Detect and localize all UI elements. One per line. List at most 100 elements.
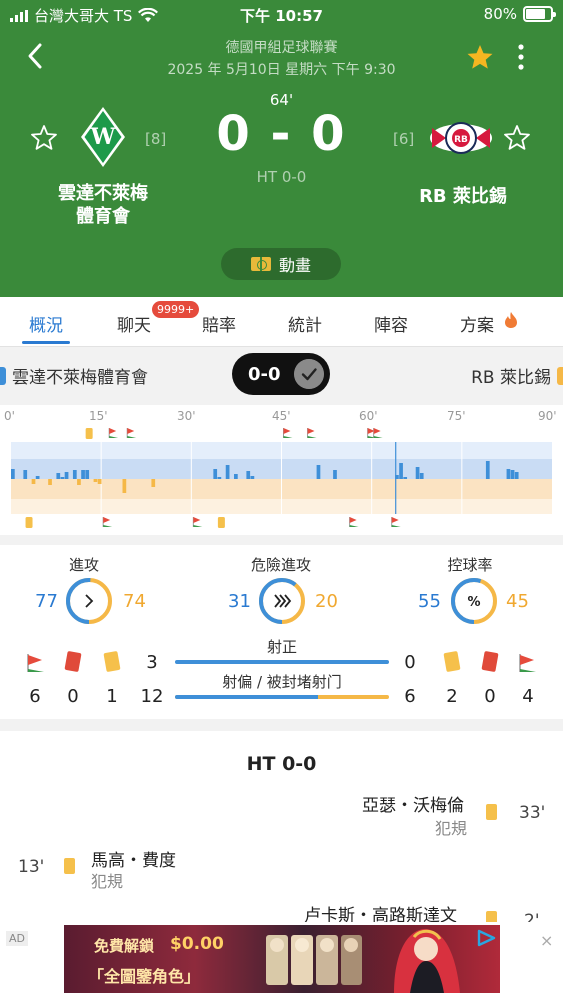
dangerous-attack-ring: [259, 578, 305, 624]
away-momentum-bar: [122, 479, 127, 493]
animation-button[interactable]: 動畫: [221, 248, 341, 280]
ad-characters-image: [266, 935, 362, 985]
ad-banner[interactable]: 免費解鎖 $0.00 「全圖鑒角色」: [64, 925, 500, 993]
tab-plans[interactable]: 方案: [460, 311, 494, 336]
status-bar: 台灣大哥大 TS 下午 10:57 80%: [0, 0, 563, 30]
home-follow-star-icon[interactable]: [30, 124, 58, 152]
off-target-bar: [175, 695, 389, 699]
dangerous-attack-away: 20: [315, 591, 338, 612]
away-corners: 4: [522, 686, 534, 707]
red-card-icon: [481, 650, 499, 673]
away-momentum-bar: [48, 479, 52, 485]
away-corner-flag-icon: [391, 517, 401, 527]
tab-bar: 概況 聊天 賠率 統計 陣容 方案: [0, 297, 563, 347]
svg-text:W: W: [90, 124, 116, 150]
home-momentum-bar: [333, 470, 337, 479]
attack-away: 74: [123, 591, 146, 612]
away-yellow-card-icon: [25, 517, 33, 528]
tab-odds[interactable]: 賠率: [202, 311, 236, 336]
rb-leipzig-logo: RB: [430, 122, 492, 154]
away-yellow-card-icon: [217, 517, 225, 528]
home-momentum-bar: [419, 473, 424, 479]
ad-girl-image: [394, 929, 460, 993]
home-momentum-bar: [23, 470, 28, 479]
tab-overview[interactable]: 概況: [29, 311, 63, 336]
possession-away: 45: [506, 591, 529, 612]
event-minute: 33': [519, 803, 546, 823]
triple-chevron-icon: [274, 594, 292, 608]
yellow-card-icon: [443, 650, 461, 673]
home-momentum-bar: [213, 469, 218, 479]
home-momentum-bar: [56, 473, 61, 479]
tick-15: 15': [89, 409, 108, 423]
home-momentum-bar: [316, 465, 321, 479]
ad-close-icon[interactable]: ×: [540, 931, 553, 950]
home-momentum-bar: [485, 461, 490, 479]
off-target-away: 6: [404, 686, 416, 707]
home-momentum-bar: [399, 463, 403, 479]
away-momentum-bar: [77, 479, 81, 485]
away-corner-flag-icon: [349, 517, 359, 527]
home-corner-flag-icon: [108, 428, 119, 438]
away-rank: [6]: [393, 130, 415, 148]
home-momentum-bar: [246, 471, 251, 479]
timeline-chart: [11, 428, 552, 528]
event-detail: 犯規: [435, 819, 468, 838]
home-momentum-bar: [72, 470, 77, 479]
on-target-title: 射正: [266, 638, 297, 656]
home-yellow-cards: 1: [106, 686, 118, 707]
ad-line2: $0.00: [170, 934, 224, 954]
more-options-icon[interactable]: [514, 43, 528, 71]
home-momentum-bar: [506, 469, 511, 479]
home-momentum-bar: [225, 465, 230, 479]
home-corner-flag-icon: [283, 428, 293, 438]
team-summary-bar: 雲達不萊梅體育會 0-0 RB 萊比錫: [0, 347, 563, 405]
home-team-label: 雲達不萊梅體育會: [12, 368, 148, 388]
tab-statistics[interactable]: 統計: [288, 311, 322, 336]
screen: 台灣大哥大 TS 下午 10:57 80% 德國甲組足球聯賽 2025 年 5月…: [0, 0, 563, 1000]
possession-home: 55: [418, 591, 441, 612]
red-card-icon: [64, 650, 82, 673]
svg-text:RB: RB: [454, 135, 468, 145]
fire-icon: [505, 312, 517, 328]
off-target-home: 12: [140, 686, 164, 707]
percent-icon: %: [467, 595, 480, 610]
away-yellow-cards: 2: [446, 686, 458, 707]
tick-90: 90': [538, 409, 557, 423]
attack-home: 77: [35, 591, 58, 612]
away-momentum-bar: [151, 479, 156, 487]
home-red-cards: 0: [67, 686, 79, 707]
ad-tag: AD: [6, 931, 28, 946]
away-red-cards: 0: [484, 686, 496, 707]
home-momentum-bar: [234, 474, 238, 479]
away-team-name[interactable]: RB 萊比錫: [390, 182, 536, 208]
summary-score: 0-0: [248, 364, 281, 385]
check-icon: [294, 359, 324, 389]
favorite-star-icon[interactable]: [466, 44, 494, 70]
home-momentum-bar: [514, 472, 519, 479]
tick-0: 0': [4, 409, 15, 423]
home-momentum-bar: [510, 470, 515, 479]
score-toggle[interactable]: 0-0: [232, 353, 330, 395]
home-momentum-bar: [60, 477, 65, 479]
home-momentum-bar: [81, 470, 85, 479]
event-minute: 13': [18, 857, 45, 877]
ad-choices-icon[interactable]: [476, 929, 496, 947]
event-player: 亞瑟・沃梅倫: [362, 796, 464, 816]
clock: 下午 10:57: [240, 7, 323, 25]
yellow-card-icon: [64, 858, 75, 874]
away-momentum-bar: [31, 479, 36, 484]
away-follow-star-icon[interactable]: [503, 124, 531, 152]
tab-chat[interactable]: 聊天: [117, 311, 151, 336]
home-momentum-bar: [85, 470, 90, 479]
home-momentum-bar: [217, 477, 222, 479]
home-team-name[interactable]: 雲達不萊梅 體育會: [30, 182, 176, 228]
corner-flag-icon: [27, 654, 44, 672]
battery-icon: [523, 6, 556, 22]
ad-line3: 「全圖鑒角色」: [88, 967, 201, 986]
dangerous-attack-home: 31: [228, 591, 251, 612]
yellow-card-icon: [103, 650, 121, 673]
match-header: 台灣大哥大 TS 下午 10:57 80% 德國甲組足球聯賽 2025 年 5月…: [0, 0, 563, 297]
animation-label: 動畫: [278, 256, 311, 275]
tab-lineups[interactable]: 陣容: [374, 311, 408, 336]
